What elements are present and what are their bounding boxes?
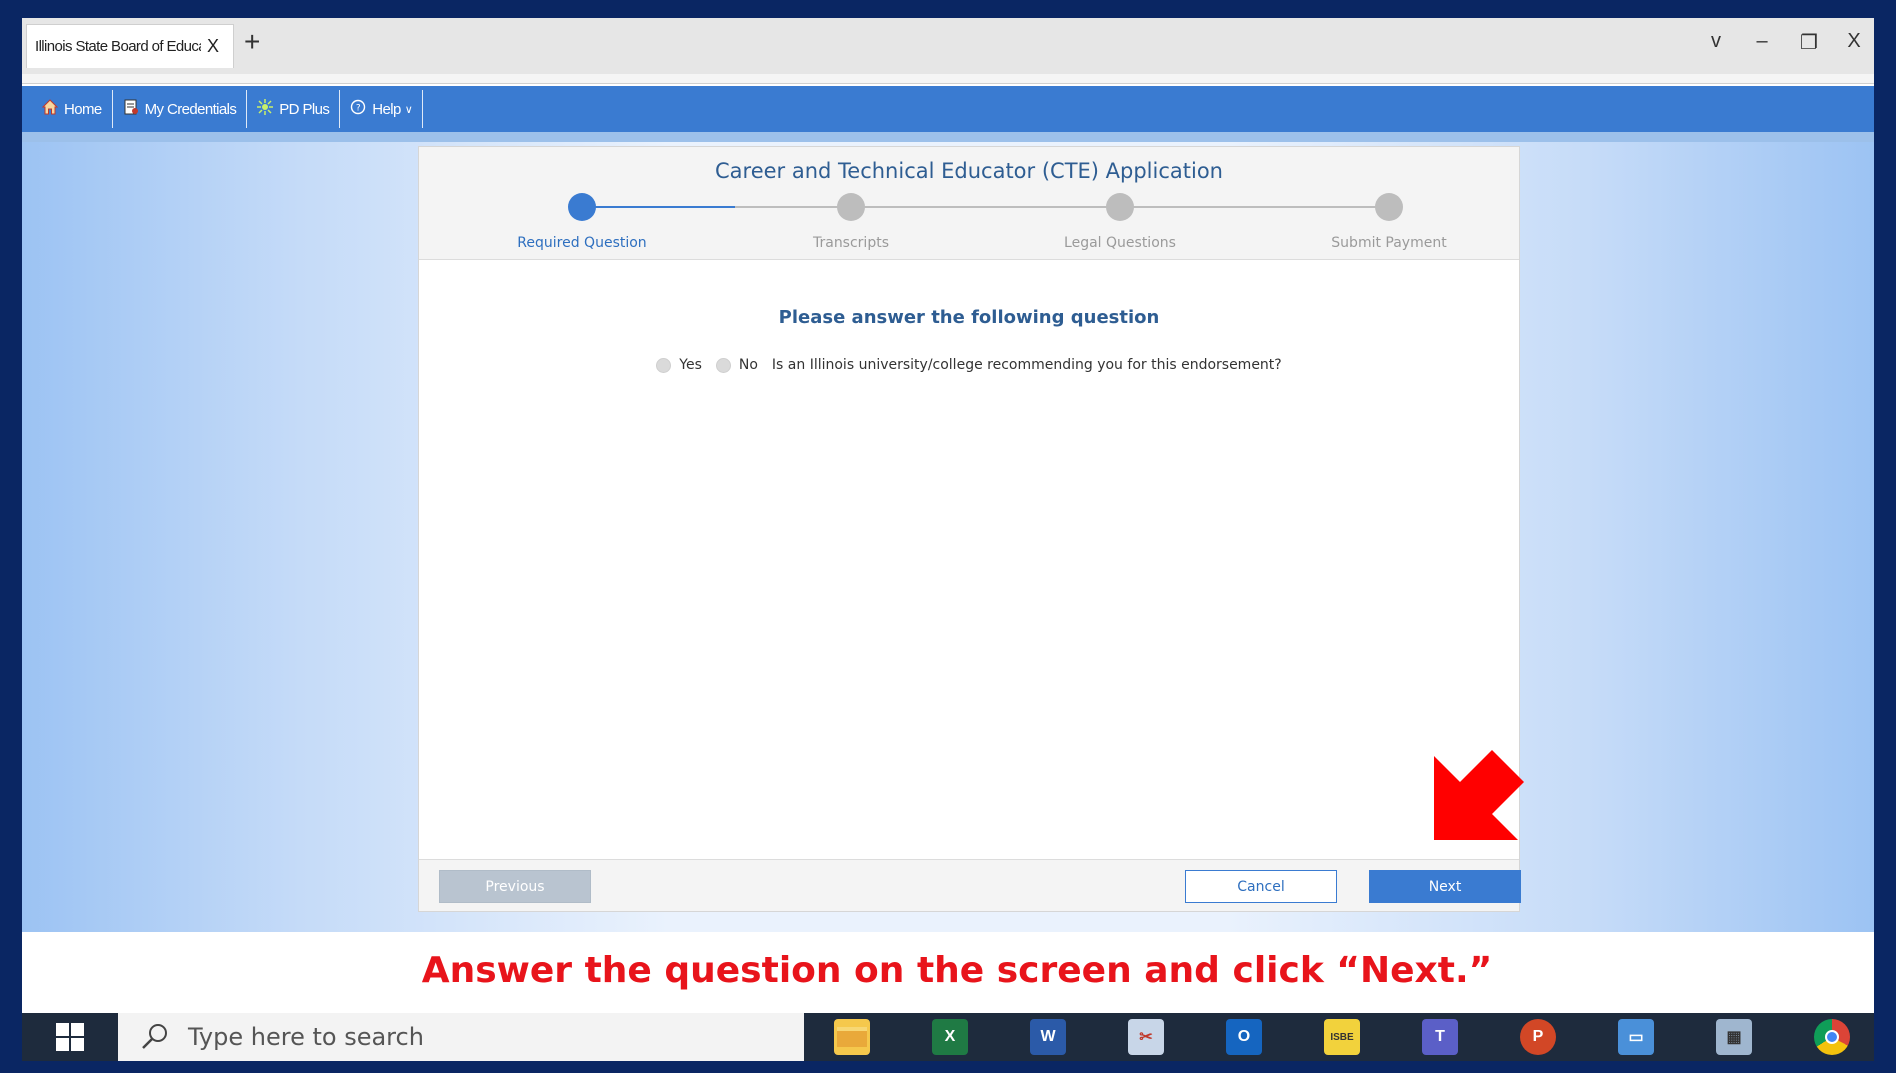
powerpoint-icon[interactable]: P <box>1520 1019 1556 1055</box>
search-icon <box>142 1024 167 1049</box>
windows-icon <box>56 1023 84 1051</box>
taskbar: Type here to search X W ✂ O ISBE T P ▭ ▦ <box>22 1013 1874 1061</box>
cancel-button[interactable]: Cancel <box>1185 870 1337 903</box>
pd-plus-icon <box>257 98 274 120</box>
excel-icon[interactable]: X <box>932 1019 968 1055</box>
application-title: Career and Technical Educator (CTE) Appl… <box>714 159 1223 183</box>
step-connector-4 <box>1132 206 1384 208</box>
no-label: No <box>738 357 758 373</box>
tab-strip: Illinois State Board of Education X + v … <box>22 18 1874 74</box>
nav-help-label: Help <box>372 100 401 118</box>
nav-pd-plus[interactable]: PD Plus <box>247 90 341 128</box>
help-icon: ? <box>350 99 366 120</box>
tab-title: Illinois State Board of Education <box>35 38 201 55</box>
search-placeholder: Type here to search <box>188 1023 424 1051</box>
step-label-submit-payment: Submit Payment <box>1331 235 1447 251</box>
yes-radio[interactable] <box>656 357 672 373</box>
new-tab-button[interactable]: + <box>244 28 260 56</box>
close-window-button[interactable]: X <box>1846 30 1862 55</box>
chevron-down-icon: ∨ <box>404 103 413 116</box>
word-icon[interactable]: W <box>1030 1019 1066 1055</box>
question-heading: Please answer the following question <box>778 307 1160 328</box>
nav-divider <box>22 132 1874 142</box>
step-connector-1 <box>595 206 735 208</box>
application-card: Career and Technical Educator (CTE) Appl… <box>418 146 1521 912</box>
red-arrow-annotation <box>1434 750 1524 840</box>
minimize-button[interactable]: – <box>1754 30 1770 55</box>
yes-label: Yes <box>679 357 702 373</box>
instruction-text: Answer the question on the screen and cl… <box>421 950 1493 991</box>
calculator-icon[interactable]: ▦ <box>1716 1019 1752 1055</box>
progress-stepper: Required Question Transcripts Legal Ques… <box>517 191 1447 251</box>
home-icon <box>41 98 59 120</box>
step-connector-3 <box>864 206 1116 208</box>
tab-close-icon[interactable]: X <box>207 36 219 57</box>
step-label-required-question: Required Question <box>517 235 647 251</box>
application-footer: Previous Cancel Next <box>419 859 1521 911</box>
chevron-down-icon[interactable]: v <box>1708 30 1724 55</box>
restore-button[interactable]: ❐ <box>1800 30 1818 55</box>
nav-my-credentials[interactable]: My Credentials <box>113 90 248 128</box>
window-controls: v – ❐ X <box>1708 30 1862 55</box>
snipping-tool-icon[interactable]: ✂ <box>1128 1019 1164 1055</box>
browser-tab[interactable]: Illinois State Board of Education X <box>26 24 234 68</box>
browser-window: Illinois State Board of Education X + v … <box>22 18 1874 1013</box>
instruction-area: Answer the question on the screen and cl… <box>22 932 1874 1013</box>
outlook-icon[interactable]: O <box>1226 1019 1262 1055</box>
step-dot-transcripts[interactable] <box>837 193 865 221</box>
step-label-transcripts: Transcripts <box>812 235 889 251</box>
credentials-icon <box>123 99 139 120</box>
step-dot-submit-payment[interactable] <box>1375 193 1403 221</box>
taskbar-search[interactable]: Type here to search <box>118 1013 804 1061</box>
file-explorer-icon[interactable] <box>834 1019 870 1055</box>
address-area <box>22 74 1874 84</box>
question-text: Is an Illinois university/college recomm… <box>771 357 1282 373</box>
nav-pd-plus-label: PD Plus <box>279 100 330 118</box>
nav-home[interactable]: Home <box>32 90 113 128</box>
step-connector-2 <box>735 206 840 208</box>
application-header: Career and Technical Educator (CTE) Appl… <box>419 147 1519 260</box>
app-navbar: Home My Credentials PD Plus ? Help ∨ <box>22 86 1874 132</box>
svg-text:?: ? <box>356 103 361 113</box>
teams-icon[interactable]: T <box>1422 1019 1458 1055</box>
step-dot-required-question[interactable] <box>568 193 596 221</box>
nav-help[interactable]: ? Help ∨ <box>340 90 424 128</box>
laptop-icon[interactable]: ▭ <box>1618 1019 1654 1055</box>
start-button[interactable] <box>22 1013 118 1061</box>
nav-my-credentials-label: My Credentials <box>144 100 237 118</box>
nav-home-label: Home <box>64 100 102 118</box>
isbe-icon[interactable]: ISBE <box>1324 1019 1360 1055</box>
previous-button[interactable]: Previous <box>439 870 591 903</box>
step-label-legal-questions: Legal Questions <box>1064 235 1176 251</box>
question-row: Yes No Is an Illinois university/college… <box>619 357 1319 373</box>
chrome-icon[interactable] <box>1814 1019 1850 1055</box>
no-radio[interactable] <box>715 357 731 373</box>
step-dot-legal-questions[interactable] <box>1106 193 1134 221</box>
next-button[interactable]: Next <box>1369 870 1521 903</box>
